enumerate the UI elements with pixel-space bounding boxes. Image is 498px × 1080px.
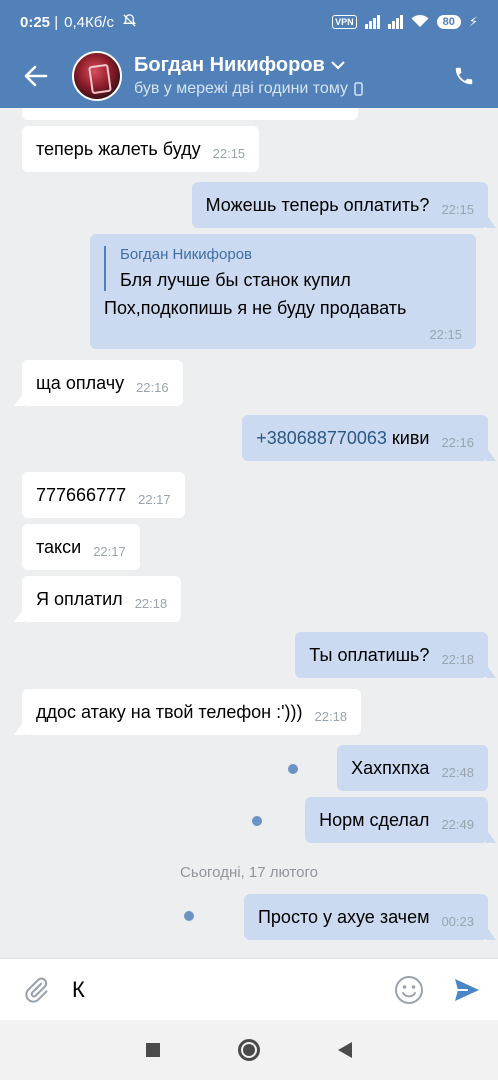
chevron-down-icon: [331, 61, 345, 70]
status-divider: |: [50, 13, 59, 31]
message-text: Можешь теперь оплатить?: [205, 194, 430, 215]
message-time: 00:23: [441, 914, 474, 929]
message-text: ща оплачу: [36, 372, 125, 393]
message-bubble-incoming[interactable]: 777666777 22:17: [22, 472, 185, 518]
send-button[interactable]: [436, 959, 498, 1021]
message-text: Норм сделал: [319, 809, 430, 830]
message-bubble-incoming[interactable]: Я оплатил 22:18: [13, 576, 182, 622]
battery-level: 80: [436, 15, 461, 29]
phone-icon: [455, 67, 473, 85]
message-time: 22:18: [134, 596, 168, 611]
emoji-button[interactable]: [382, 959, 436, 1021]
quoted-message[interactable]: Богдан Никифоров Бля лучше бы станок куп…: [104, 246, 351, 291]
composer: [0, 958, 498, 1020]
message-bubble-reply[interactable]: Богдан Никифоров Бля лучше бы станок куп…: [90, 234, 476, 349]
message-text: Ты оплатишь?: [309, 644, 430, 665]
message-bubble-outgoing[interactable]: Норм сделал 22:49: [305, 797, 496, 843]
message-text: киви: [386, 427, 430, 448]
signal-icon-2: [387, 15, 403, 29]
message-time: 22:48: [441, 765, 474, 780]
mute-icon: [122, 13, 137, 31]
message-time: 22:49: [441, 817, 474, 832]
message-time: 22:15: [429, 327, 462, 342]
phone-number-link[interactable]: +380688770063: [256, 428, 387, 449]
message-time: 22:17: [93, 544, 126, 559]
wifi-icon: [411, 14, 429, 31]
message-text: ддос атаку на твой телефон :'))): [36, 701, 303, 722]
paperclip-icon: [25, 977, 48, 1003]
back-button[interactable]: [0, 44, 72, 108]
message-bubble-outgoing[interactable]: +380688770063 киви 22:16: [242, 415, 496, 461]
chat-header: Богдан Никифоров був у мережі дві години…: [0, 44, 498, 108]
attach-button[interactable]: [0, 959, 72, 1021]
message-time: 22:18: [314, 709, 348, 724]
mobile-device-icon: [354, 82, 363, 96]
message-text: Я оплатил: [36, 588, 123, 609]
message-time: 22:16: [136, 380, 169, 395]
message-input[interactable]: [72, 976, 382, 1003]
message-text: Просто у ахуе зачем: [257, 906, 430, 927]
send-icon: [455, 978, 479, 1001]
status-time: 0:25: [20, 13, 51, 31]
vpn-badge: VPN: [332, 15, 357, 29]
peer-info[interactable]: Богдан Никифоров був у мережі дві години…: [134, 54, 363, 98]
message-time: 22:18: [441, 652, 474, 667]
emoji-icon: [395, 975, 423, 1004]
message-bubble-outgoing[interactable]: Ты оплатишь? 22:18: [295, 632, 496, 678]
message-feed[interactable]: теперь жалеть буду 22:15 Можешь теперь о…: [0, 108, 498, 958]
signal-icon: [364, 15, 380, 29]
home-button[interactable]: [238, 1039, 260, 1061]
recents-button[interactable]: [146, 1043, 160, 1057]
message-time: 22:15: [441, 202, 474, 217]
message-bubble-incoming[interactable]: теперь жалеть буду 22:15: [22, 126, 260, 172]
quoted-author: Богдан Никифоров: [120, 246, 253, 263]
unread-dot: [184, 911, 194, 921]
charging-icon: ⚡: [468, 14, 478, 29]
message-bubble-outgoing[interactable]: Хахпхпха 22:48: [337, 745, 488, 791]
message-time: 22:15: [212, 146, 246, 161]
network-speed: 0,4Кб/с: [64, 13, 114, 31]
last-seen: був у мережі дві години тому: [134, 80, 349, 97]
call-button[interactable]: [446, 58, 482, 94]
peer-name-row: Богдан Никифоров: [134, 54, 363, 77]
message-time: 22:16: [441, 435, 474, 450]
unread-dot: [288, 764, 298, 774]
message-text: Пох,подкопишь я не буду продавать: [104, 298, 407, 318]
date-separator: Сьогодні, 17 лютого: [180, 864, 318, 881]
system-nav-bar: [0, 1020, 498, 1080]
message-bubble-incoming[interactable]: ддос атаку на твой телефон :'))) 22:18: [13, 689, 362, 735]
top-bar: 0:25 | 0,4Кб/с VPN 80 ⚡ Богдан Никифоров: [0, 0, 498, 108]
status-bar: 0:25 | 0,4Кб/с VPN 80 ⚡: [0, 0, 498, 44]
unread-dot: [252, 816, 262, 826]
status-right: VPN 80 ⚡: [332, 14, 478, 31]
message-bubble-incoming[interactable]: такси 22:17: [22, 524, 140, 570]
system-back-button[interactable]: [338, 1042, 352, 1058]
peer-name: Богдан Никифоров: [134, 54, 325, 76]
message-time: 22:17: [138, 492, 171, 507]
message-bubble-outgoing[interactable]: Можешь теперь оплатить? 22:15: [191, 182, 497, 228]
peer-status-row: був у мережі дві години тому: [134, 80, 363, 98]
message-text: 777666777: [36, 484, 127, 505]
message-text: такси: [36, 536, 82, 557]
avatar[interactable]: [72, 51, 122, 101]
message-bubble-clipped[interactable]: [22, 108, 358, 120]
message-bubble-outgoing[interactable]: Просто у ахуе зачем 00:23: [243, 894, 497, 940]
message-bubble-incoming[interactable]: ща оплачу 22:16: [14, 360, 183, 406]
message-text: Хахпхпха: [351, 757, 430, 778]
back-arrow-icon: [24, 65, 48, 87]
message-text: теперь жалеть буду: [36, 138, 201, 159]
quoted-text: Бля лучше бы станок купил: [120, 270, 351, 290]
